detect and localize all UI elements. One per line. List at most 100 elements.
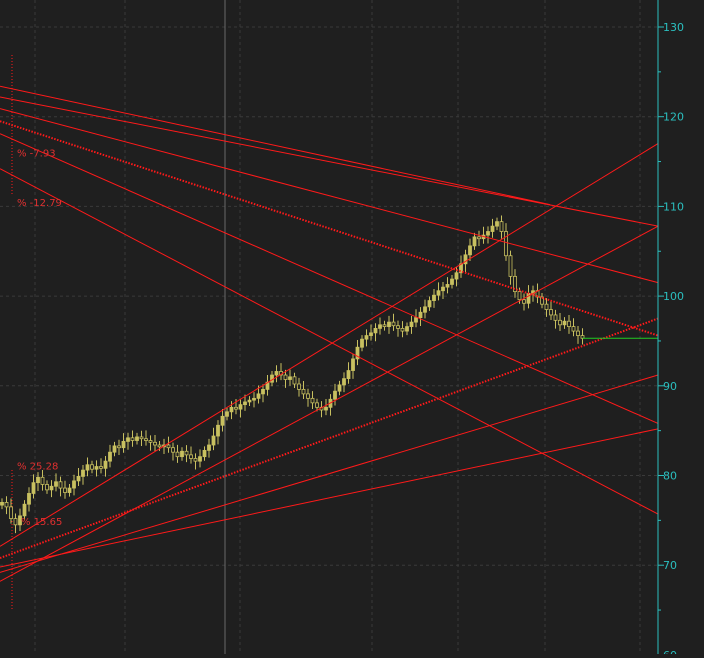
candle-body bbox=[427, 300, 432, 308]
candle-body bbox=[292, 376, 297, 385]
candle-body bbox=[180, 450, 184, 458]
candle-body bbox=[274, 371, 279, 376]
candle-body bbox=[121, 441, 126, 449]
candle-body bbox=[301, 388, 306, 395]
candle-body bbox=[486, 231, 490, 236]
candle-body bbox=[576, 330, 580, 336]
candle-body bbox=[72, 480, 76, 489]
price-chart-svg[interactable]: % -7.93 % -12.79 % 25.28 % 15.65 130 120 110 1… bbox=[0, 0, 704, 658]
candle-body bbox=[157, 444, 162, 448]
candle-body bbox=[207, 444, 211, 451]
candle-body bbox=[423, 306, 427, 313]
candle-body bbox=[270, 374, 274, 383]
candle-body bbox=[85, 464, 90, 471]
candle-body bbox=[193, 458, 198, 462]
candle-body bbox=[4, 502, 9, 508]
candle-body bbox=[351, 358, 355, 371]
y-tick-label: 60 bbox=[663, 649, 677, 654]
y-tick-label: 130 bbox=[663, 21, 684, 34]
candle-body bbox=[387, 321, 391, 327]
candle-body bbox=[495, 221, 499, 227]
candle-body bbox=[49, 485, 54, 491]
candle-body bbox=[288, 376, 292, 380]
candle-body bbox=[108, 451, 112, 462]
candle-body bbox=[454, 272, 459, 280]
candle-body bbox=[139, 436, 144, 440]
candle-body bbox=[468, 245, 472, 256]
percent-annotation: % 15.65 bbox=[21, 517, 62, 528]
candle-body bbox=[396, 325, 400, 329]
candle-body bbox=[369, 332, 373, 336]
candle-body bbox=[544, 303, 549, 310]
candle-body bbox=[189, 454, 193, 459]
candle-body bbox=[490, 225, 495, 232]
candle-body bbox=[414, 317, 418, 323]
candle-body bbox=[571, 326, 576, 332]
candle-body bbox=[117, 445, 121, 449]
candle-body bbox=[400, 327, 405, 332]
candle-body bbox=[310, 397, 315, 404]
chart-background bbox=[0, 0, 704, 654]
candle-body bbox=[418, 311, 423, 319]
percent-annotation: % 25.28 bbox=[17, 462, 58, 473]
candle-body bbox=[135, 436, 139, 441]
candle-body bbox=[36, 476, 40, 484]
candle-body bbox=[333, 390, 337, 400]
candle-body bbox=[378, 324, 382, 329]
candle-body bbox=[234, 406, 238, 410]
candle-body bbox=[247, 399, 252, 403]
y-tick-label: 120 bbox=[663, 111, 684, 124]
candle-body bbox=[508, 255, 513, 277]
candle-body bbox=[126, 437, 130, 442]
candle-body bbox=[324, 406, 328, 411]
candle-body bbox=[499, 221, 504, 232]
candle-body bbox=[22, 503, 27, 517]
candle-body bbox=[567, 320, 571, 327]
candle-body bbox=[477, 236, 481, 240]
candle-body bbox=[553, 314, 558, 321]
candle-body bbox=[103, 460, 108, 469]
candle-body bbox=[360, 338, 364, 348]
candle-body bbox=[364, 335, 369, 340]
candle-body bbox=[184, 450, 189, 456]
candle-body bbox=[40, 476, 45, 485]
candle-body bbox=[391, 321, 396, 327]
percent-annotation: % -12.79 bbox=[17, 198, 62, 209]
candle-body bbox=[153, 441, 157, 446]
candle-body bbox=[225, 411, 229, 417]
candle-body bbox=[148, 440, 153, 443]
candle-body bbox=[558, 319, 562, 326]
candle-body bbox=[522, 299, 526, 304]
candle-body bbox=[256, 393, 261, 399]
candle-body bbox=[99, 466, 103, 469]
candle-body bbox=[67, 487, 72, 493]
candle-body bbox=[166, 444, 171, 449]
candle-body bbox=[63, 487, 67, 493]
candle-body bbox=[76, 475, 81, 482]
candle-body bbox=[405, 326, 409, 332]
chart: % -7.93 % -12.79 % 25.28 % 15.65 130 120 110 1… bbox=[0, 0, 704, 658]
candle-body bbox=[144, 438, 148, 441]
candle-body bbox=[45, 484, 49, 491]
candle-body bbox=[409, 321, 414, 327]
candle-body bbox=[283, 374, 288, 380]
candle-body bbox=[562, 320, 567, 326]
y-tick-label: 70 bbox=[663, 559, 677, 572]
candle-body bbox=[261, 388, 265, 395]
candle-body bbox=[252, 397, 256, 401]
candle-body bbox=[229, 406, 234, 413]
candle-body bbox=[373, 327, 378, 334]
y-tick-label: 100 bbox=[663, 290, 684, 303]
candle-body bbox=[517, 291, 522, 301]
y-tick-label: 80 bbox=[663, 470, 677, 483]
candle-body bbox=[81, 469, 85, 477]
candle-body bbox=[31, 482, 36, 494]
candle-body bbox=[238, 404, 243, 410]
candle-body bbox=[9, 506, 13, 519]
candle-body bbox=[441, 286, 445, 292]
candle-body bbox=[27, 493, 31, 505]
candle-body bbox=[315, 402, 319, 408]
y-tick-label: 110 bbox=[663, 200, 684, 213]
candle-body bbox=[436, 290, 441, 296]
percent-annotation: % -7.93 bbox=[17, 149, 56, 160]
